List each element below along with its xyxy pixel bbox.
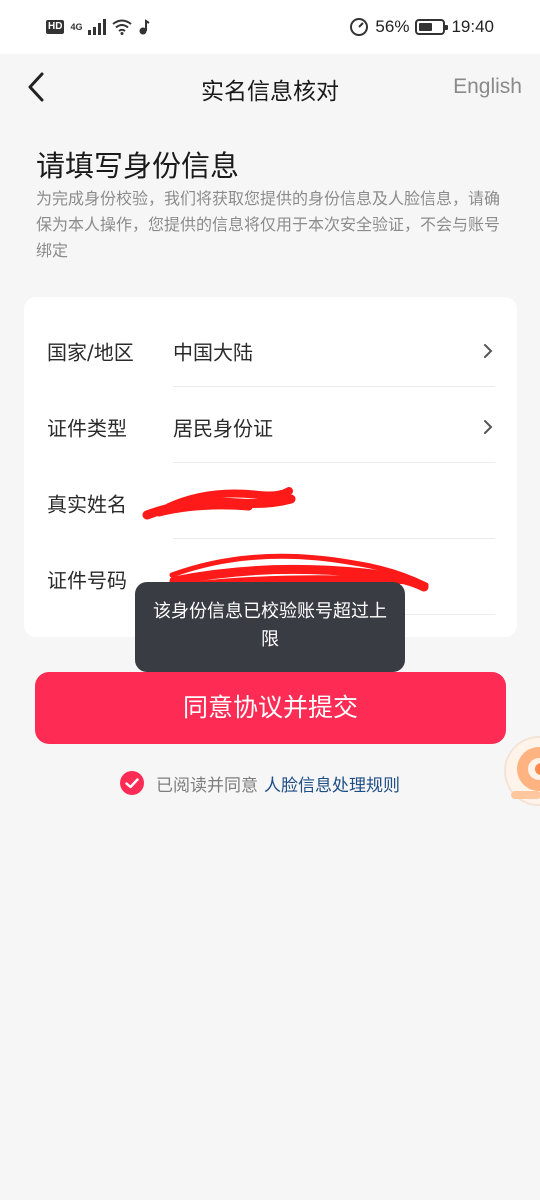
form-row-name[interactable]: 真实姓名 [24,463,517,539]
form-heading: 请填写身份信息 [36,149,240,183]
signal-icon [88,19,107,35]
agreement-row: 已阅读并同意 人脸信息处理规则 [120,770,400,796]
id-number-label: 证件号码 [47,568,127,593]
status-bar: HD 4G 56% 19:40 [0,0,540,54]
region-value: 中国大陆 [173,340,253,365]
id-type-value: 居民身份证 [173,416,273,441]
notification-icon [139,19,151,35]
battery-level [419,23,432,31]
battery-percent: 56% [375,17,410,36]
nav-bar: 实名信息核对 English [0,54,540,122]
region-label: 国家/地区 [47,340,134,365]
submit-button[interactable]: 同意协议并提交 [35,672,506,744]
name-redaction-scribble [142,487,296,520]
floating-assistant-icon[interactable] [501,735,540,807]
form-row-id-type[interactable]: 证件类型 居民身份证 [24,387,517,463]
hd-badge: HD [46,20,65,34]
agreement-text: 已阅读并同意 [156,775,258,796]
chevron-right-icon [484,344,493,358]
form-description: 为完成身份校验，我们将获取您提供的身份信息及人脸信息，请确保为本人操作，您提供的… [36,189,501,260]
status-right: 56% 19:40 [349,14,494,40]
id-type-label: 证件类型 [47,416,127,441]
clock: 19:40 [451,17,494,36]
battery-icon [415,19,449,35]
language-toggle[interactable]: English [453,75,522,99]
face-info-rules-link[interactable]: 人脸信息处理规则 [264,771,400,796]
name-label: 真实姓名 [47,492,127,517]
speed-meter-icon [350,18,369,36]
form-row-region[interactable]: 国家/地区 中国大陆 [24,311,517,387]
wifi-icon [112,19,133,35]
chevron-right-icon [484,420,493,434]
status-left: HD 4G [46,16,151,38]
check-circle-icon[interactable] [120,771,144,795]
network-type: 4G [70,21,83,32]
error-toast: 该身份信息已校验账号超过上限 [135,582,405,672]
